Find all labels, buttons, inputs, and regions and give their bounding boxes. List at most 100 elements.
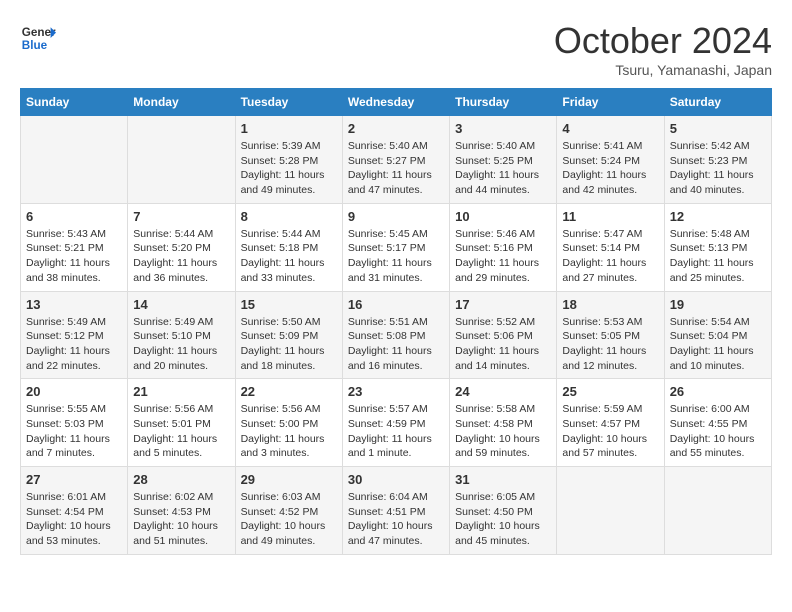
day-cell: 13 Sunrise: 5:49 AMSunset: 5:12 PMDayligh…: [21, 291, 128, 379]
day-cell: 21 Sunrise: 5:56 AMSunset: 5:01 PMDayligh…: [128, 379, 235, 467]
day-cell: 22Sunrise: 5:56 AMSunset: 5:00 PMDayligh…: [235, 379, 342, 467]
day-info: Sunrise: 5:49 AMSunset: 5:10 PMDaylight:…: [133, 315, 229, 374]
day-info: Sunrise: 5:51 AMSunset: 5:08 PMDaylight:…: [348, 315, 444, 374]
day-info: Sunrise: 5:46 AMSunset: 5:16 PMDaylight:…: [455, 227, 551, 286]
day-cell: 20Sunrise: 5:55 AMSunset: 5:03 PMDayligh…: [21, 379, 128, 467]
day-number: 9: [348, 209, 444, 224]
day-number: 11: [562, 209, 658, 224]
day-number: 13: [26, 297, 122, 312]
day-info: Sunrise: 5:44 AMSunset: 5:18 PMDaylight:…: [241, 227, 337, 286]
day-number: 22: [241, 384, 337, 399]
day-number: 2: [348, 121, 444, 136]
day-info: Sunrise: 5:43 AMSunset: 5:21 PMDaylight:…: [26, 227, 122, 286]
day-cell: 24 Sunrise: 5:58 AMSunset: 4:58 PMDayligh…: [450, 379, 557, 467]
day-number: 29: [241, 472, 337, 487]
day-cell: 7 Sunrise: 5:44 AMSunset: 5:20 PMDaylight…: [128, 203, 235, 291]
col-saturday: Saturday: [664, 89, 771, 116]
day-number: 19: [670, 297, 766, 312]
week-row-1: 1 Sunrise: 5:39 AMSunset: 5:28 PMDaylight…: [21, 116, 772, 204]
day-cell: 4 Sunrise: 5:41 AMSunset: 5:24 PMDaylight…: [557, 116, 664, 204]
day-cell: 19 Sunrise: 5:54 AMSunset: 5:04 PMDayligh…: [664, 291, 771, 379]
day-info: Sunrise: 5:57 AMSunset: 4:59 PMDaylight:…: [348, 402, 444, 461]
day-number: 18: [562, 297, 658, 312]
day-number: 1: [241, 121, 337, 136]
day-info: Sunrise: 5:44 AMSunset: 5:20 PMDaylight:…: [133, 227, 229, 286]
day-info: Sunrise: 6:02 AMSunset: 4:53 PMDaylight:…: [133, 490, 229, 549]
day-info: Sunrise: 5:39 AMSunset: 5:28 PMDaylight:…: [241, 139, 337, 198]
week-row-4: 20Sunrise: 5:55 AMSunset: 5:03 PMDayligh…: [21, 379, 772, 467]
day-number: 6: [26, 209, 122, 224]
day-number: 5: [670, 121, 766, 136]
day-number: 20: [26, 384, 122, 399]
col-thursday: Thursday: [450, 89, 557, 116]
day-number: 16: [348, 297, 444, 312]
day-info: Sunrise: 5:56 AMSunset: 5:01 PMDaylight:…: [133, 402, 229, 461]
day-cell: 6 Sunrise: 5:43 AMSunset: 5:21 PMDaylight…: [21, 203, 128, 291]
day-info: Sunrise: 5:49 AMSunset: 5:12 PMDaylight:…: [26, 315, 122, 374]
day-info: Sunrise: 6:03 AMSunset: 4:52 PMDaylight:…: [241, 490, 337, 549]
day-number: 15: [241, 297, 337, 312]
day-cell: 29 Sunrise: 6:03 AMSunset: 4:52 PMDayligh…: [235, 467, 342, 555]
col-tuesday: Tuesday: [235, 89, 342, 116]
day-info: Sunrise: 5:59 AMSunset: 4:57 PMDaylight:…: [562, 402, 658, 461]
week-row-5: 27Sunrise: 6:01 AMSunset: 4:54 PMDayligh…: [21, 467, 772, 555]
day-info: Sunrise: 6:01 AMSunset: 4:54 PMDaylight:…: [26, 490, 122, 549]
title-block: October 2024 Tsuru, Yamanashi, Japan: [554, 20, 772, 78]
col-friday: Friday: [557, 89, 664, 116]
day-number: 7: [133, 209, 229, 224]
day-number: 17: [455, 297, 551, 312]
day-info: Sunrise: 5:40 AMSunset: 5:25 PMDaylight:…: [455, 139, 551, 198]
svg-text:Blue: Blue: [22, 39, 48, 52]
day-cell: 10 Sunrise: 5:46 AMSunset: 5:16 PMDayligh…: [450, 203, 557, 291]
day-cell: 12Sunrise: 5:48 AMSunset: 5:13 PMDayligh…: [664, 203, 771, 291]
logo: General Blue: [20, 20, 56, 56]
day-info: Sunrise: 5:52 AMSunset: 5:06 PMDaylight:…: [455, 315, 551, 374]
day-number: 14: [133, 297, 229, 312]
day-cell: 27Sunrise: 6:01 AMSunset: 4:54 PMDayligh…: [21, 467, 128, 555]
day-number: 24: [455, 384, 551, 399]
day-info: Sunrise: 5:47 AMSunset: 5:14 PMDaylight:…: [562, 227, 658, 286]
day-cell: 31 Sunrise: 6:05 AMSunset: 4:50 PMDayligh…: [450, 467, 557, 555]
day-number: 31: [455, 472, 551, 487]
day-info: Sunrise: 5:40 AMSunset: 5:27 PMDaylight:…: [348, 139, 444, 198]
day-info: Sunrise: 6:05 AMSunset: 4:50 PMDaylight:…: [455, 490, 551, 549]
col-wednesday: Wednesday: [342, 89, 449, 116]
page-header: General Blue October 2024 Tsuru, Yamanas…: [20, 20, 772, 78]
day-number: 25: [562, 384, 658, 399]
day-cell: 15 Sunrise: 5:50 AMSunset: 5:09 PMDayligh…: [235, 291, 342, 379]
day-number: 4: [562, 121, 658, 136]
col-sunday: Sunday: [21, 89, 128, 116]
logo-icon: General Blue: [20, 20, 56, 56]
day-number: 10: [455, 209, 551, 224]
week-row-3: 13 Sunrise: 5:49 AMSunset: 5:12 PMDayligh…: [21, 291, 772, 379]
header-row: Sunday Monday Tuesday Wednesday Thursday…: [21, 89, 772, 116]
day-cell: [557, 467, 664, 555]
day-info: Sunrise: 5:45 AMSunset: 5:17 PMDaylight:…: [348, 227, 444, 286]
day-cell: 3 Sunrise: 5:40 AMSunset: 5:25 PMDaylight…: [450, 116, 557, 204]
location: Tsuru, Yamanashi, Japan: [554, 62, 772, 78]
day-cell: 14 Sunrise: 5:49 AMSunset: 5:10 PMDayligh…: [128, 291, 235, 379]
day-number: 3: [455, 121, 551, 136]
day-number: 26: [670, 384, 766, 399]
day-cell: 8 Sunrise: 5:44 AMSunset: 5:18 PMDaylight…: [235, 203, 342, 291]
day-cell: [664, 467, 771, 555]
day-number: 21: [133, 384, 229, 399]
day-cell: 28Sunrise: 6:02 AMSunset: 4:53 PMDayligh…: [128, 467, 235, 555]
week-row-2: 6 Sunrise: 5:43 AMSunset: 5:21 PMDaylight…: [21, 203, 772, 291]
day-cell: 2 Sunrise: 5:40 AMSunset: 5:27 PMDaylight…: [342, 116, 449, 204]
day-cell: 16 Sunrise: 5:51 AMSunset: 5:08 PMDayligh…: [342, 291, 449, 379]
day-cell: 1 Sunrise: 5:39 AMSunset: 5:28 PMDaylight…: [235, 116, 342, 204]
calendar-table: Sunday Monday Tuesday Wednesday Thursday…: [20, 88, 772, 555]
day-cell: 18Sunrise: 5:53 AMSunset: 5:05 PMDayligh…: [557, 291, 664, 379]
day-info: Sunrise: 5:58 AMSunset: 4:58 PMDaylight:…: [455, 402, 551, 461]
day-info: Sunrise: 5:54 AMSunset: 5:04 PMDaylight:…: [670, 315, 766, 374]
day-info: Sunrise: 5:41 AMSunset: 5:24 PMDaylight:…: [562, 139, 658, 198]
day-cell: 9 Sunrise: 5:45 AMSunset: 5:17 PMDaylight…: [342, 203, 449, 291]
col-monday: Monday: [128, 89, 235, 116]
day-number: 12: [670, 209, 766, 224]
day-info: Sunrise: 5:50 AMSunset: 5:09 PMDaylight:…: [241, 315, 337, 374]
day-cell: 11 Sunrise: 5:47 AMSunset: 5:14 PMDayligh…: [557, 203, 664, 291]
day-number: 23: [348, 384, 444, 399]
day-cell: 25 Sunrise: 5:59 AMSunset: 4:57 PMDayligh…: [557, 379, 664, 467]
day-number: 8: [241, 209, 337, 224]
